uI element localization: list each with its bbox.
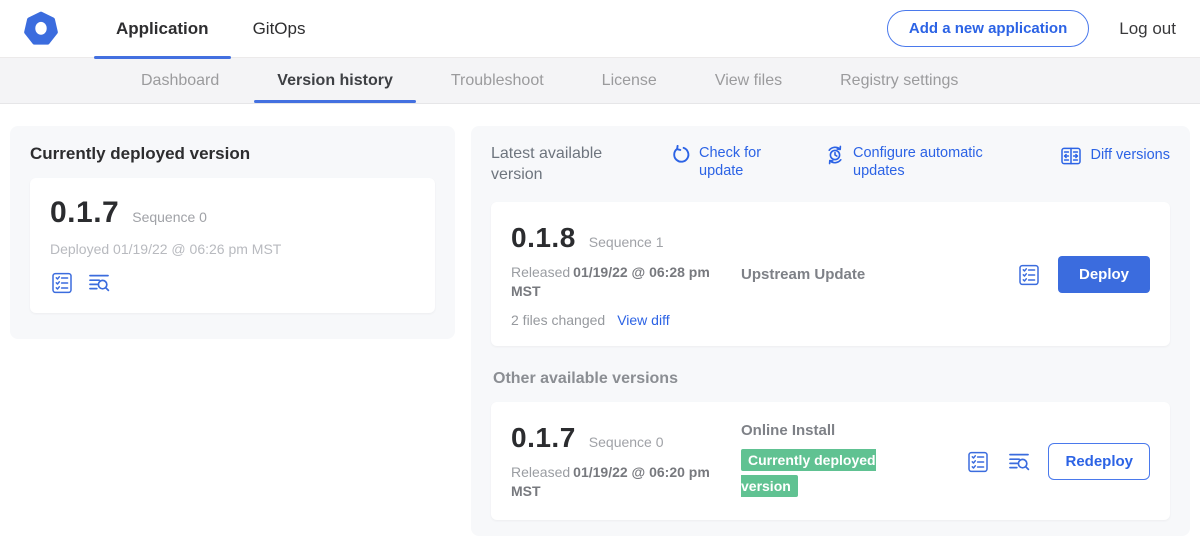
currently-deployed-badge: Currently deployed version (741, 449, 876, 497)
deploy-button[interactable]: Deploy (1058, 256, 1150, 293)
view-logs-icon[interactable] (1007, 450, 1031, 474)
latest-available-title: Latest available version (491, 144, 623, 186)
subnav-version-history[interactable]: Version history (248, 58, 422, 103)
subnav-dashboard[interactable]: Dashboard (112, 58, 248, 103)
schedule-icon (825, 145, 845, 165)
diff-versions-button[interactable]: Diff versions (1060, 144, 1170, 167)
other-version-source: Online Install Currently deployed versio… (739, 422, 966, 502)
preflight-checklist-icon[interactable] (966, 450, 990, 474)
latest-version-source: Upstream Update (739, 222, 1017, 328)
released-prefix: Released (511, 464, 570, 480)
other-sequence-label: Sequence 0 (589, 434, 664, 450)
latest-sequence-label: Sequence 1 (589, 234, 664, 250)
deployed-version-card: 0.1.7 Sequence 0 Deployed 01/19/22 @ 06:… (30, 178, 435, 313)
add-application-button[interactable]: Add a new application (887, 10, 1089, 47)
deployed-version-number: 0.1.7 (50, 196, 119, 230)
latest-released-line: Released01/19/22 @ 06:28 pm MST (511, 263, 739, 302)
diff-icon (1060, 145, 1082, 167)
preflight-checklist-icon[interactable] (50, 271, 74, 295)
currently-deployed-title: Currently deployed version (30, 144, 435, 164)
deployed-timestamp: Deployed 01/19/22 @ 06:26 pm MST (50, 241, 415, 257)
subnav-view-files[interactable]: View files (686, 58, 811, 103)
available-versions-panel: Latest available version Check for updat… (471, 126, 1190, 536)
redeploy-button[interactable]: Redeploy (1048, 443, 1150, 480)
available-header: Latest available version Check for updat… (491, 144, 1170, 186)
other-version-info: 0.1.7 Sequence 0 Released01/19/22 @ 06:2… (511, 422, 739, 502)
released-prefix: Released (511, 264, 570, 280)
refresh-icon (671, 145, 691, 165)
latest-version-info: 0.1.8 Sequence 1 Released01/19/22 @ 06:2… (511, 222, 739, 328)
other-version-number: 0.1.7 (511, 422, 576, 454)
check-for-update-label: Check for update (699, 144, 779, 180)
other-available-versions-title: Other available versions (493, 370, 1170, 388)
view-logs-icon[interactable] (87, 271, 111, 295)
currently-deployed-panel: Currently deployed version 0.1.7 Sequenc… (10, 126, 455, 339)
subnav-license[interactable]: License (573, 58, 686, 103)
check-for-update-button[interactable]: Check for update (671, 144, 779, 180)
view-diff-link[interactable]: View diff (617, 312, 669, 328)
app-logo-icon (22, 10, 60, 48)
top-tabs: Application GitOps (94, 0, 327, 58)
online-install-label: Online Install (741, 422, 966, 439)
other-version-card: 0.1.7 Sequence 0 Released01/19/22 @ 06:2… (491, 402, 1170, 520)
latest-version-card: 0.1.8 Sequence 1 Released01/19/22 @ 06:2… (491, 202, 1170, 346)
tab-application-label: Application (116, 19, 209, 39)
configure-automatic-updates-label: Configure automatic updates (853, 144, 1011, 180)
subnav-registry-settings[interactable]: Registry settings (811, 58, 987, 103)
other-released-line: Released01/19/22 @ 06:20 pm MST (511, 463, 739, 502)
latest-version-actions: Deploy (1017, 222, 1150, 328)
upstream-update-label: Upstream Update (741, 266, 865, 283)
tab-application[interactable]: Application (94, 0, 231, 58)
diff-versions-label: Diff versions (1090, 146, 1170, 164)
preflight-checklist-icon[interactable] (1017, 263, 1041, 287)
subnav-troubleshoot[interactable]: Troubleshoot (422, 58, 573, 103)
deployed-sequence-label: Sequence 0 (132, 209, 207, 225)
topbar-right: Add a new application Log out (887, 10, 1176, 47)
app-subnav: Dashboard Version history Troubleshoot L… (0, 58, 1200, 104)
top-bar: Application GitOps Add a new application… (0, 0, 1200, 58)
files-changed-label: 2 files changed (511, 312, 605, 328)
other-version-actions: Redeploy (966, 422, 1150, 502)
configure-automatic-updates-button[interactable]: Configure automatic updates (825, 144, 1011, 180)
tab-gitops[interactable]: GitOps (231, 0, 328, 58)
latest-version-number: 0.1.8 (511, 222, 576, 254)
main-content: Currently deployed version 0.1.7 Sequenc… (0, 104, 1200, 536)
logout-link[interactable]: Log out (1119, 19, 1176, 39)
tab-gitops-label: GitOps (253, 19, 306, 39)
